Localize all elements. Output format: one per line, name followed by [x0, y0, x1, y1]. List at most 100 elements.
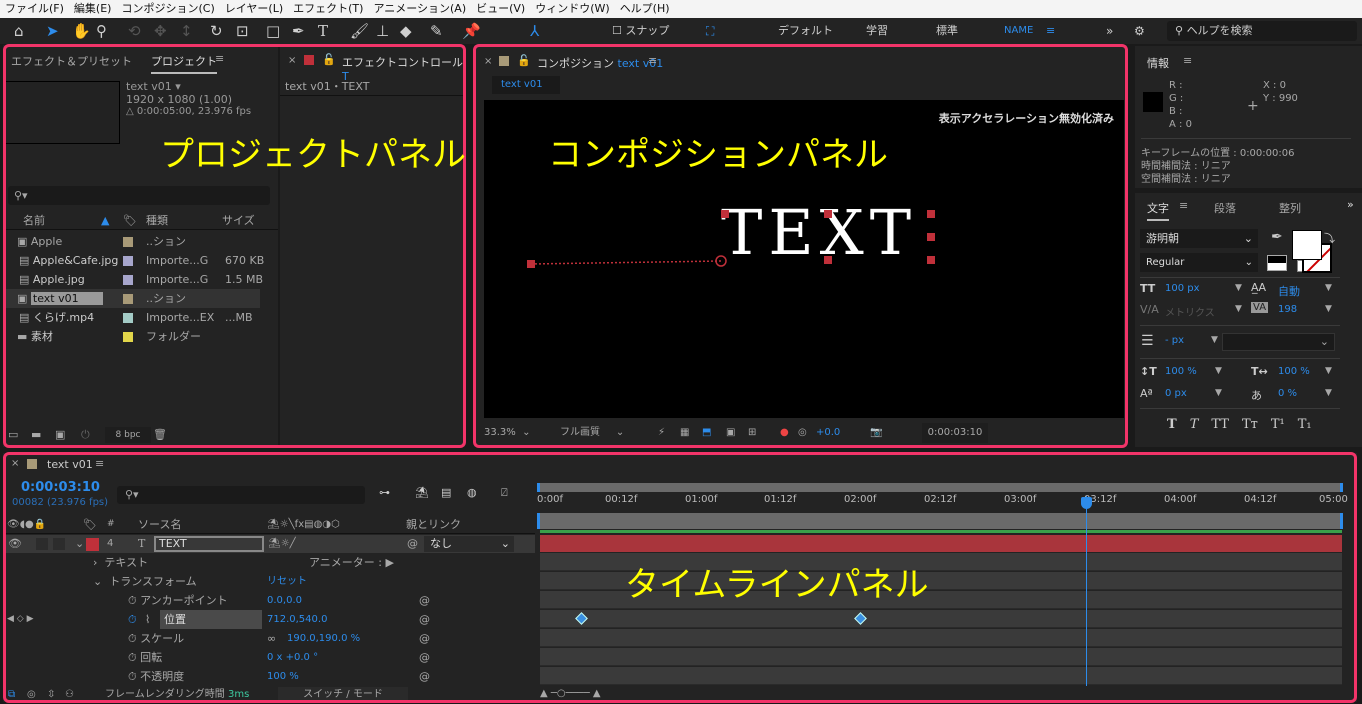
chevron-down-icon[interactable]: ⌄ — [75, 535, 84, 553]
anchor-value[interactable]: 0.0,0.0 — [267, 591, 302, 610]
column-source-name[interactable]: ソース名 — [138, 515, 181, 534]
small-caps-button[interactable]: Tт — [1242, 417, 1258, 432]
slider-handle[interactable]: ○ — [557, 688, 566, 699]
bounding-handle[interactable] — [721, 210, 729, 218]
bounding-handle[interactable] — [824, 256, 832, 264]
expression-pickwhip-icon[interactable]: @ — [419, 667, 430, 686]
selection-tool-icon[interactable]: ➤ — [46, 21, 59, 41]
fill-color-swatch[interactable] — [1292, 230, 1322, 260]
close-icon[interactable]: × — [288, 55, 296, 66]
zoom-tool-icon[interactable]: ⚲ — [96, 21, 107, 41]
snap-toggle[interactable]: ☐ スナップ — [612, 21, 669, 41]
eraser-tool-icon[interactable]: ◆ — [400, 21, 412, 41]
bounding-handle[interactable] — [927, 210, 935, 218]
list-item[interactable]: ▤ Apple.jpg Importe...G 1.5 MB — [3, 270, 263, 289]
column-name[interactable]: 名前 — [23, 212, 45, 230]
pan-tool-icon[interactable]: ✥ — [154, 21, 167, 41]
draft-3d-icon[interactable]: ⛱ — [415, 486, 429, 499]
animator-button[interactable]: アニメーター : ▶ — [309, 553, 394, 572]
font-size-value[interactable]: 100 px — [1165, 283, 1200, 294]
new-composition-icon[interactable]: ▣ — [55, 427, 65, 443]
scale-value[interactable]: 190.0,190.0 % — [287, 629, 360, 648]
panel-menu-icon[interactable]: ≡ — [95, 457, 104, 470]
snapshot-icon[interactable]: 📷 — [870, 423, 882, 443]
text-layer[interactable]: TEXT — [721, 198, 917, 268]
expression-pickwhip-icon[interactable]: @ — [419, 610, 430, 629]
tab-composition[interactable]: コンポジション text v01 — [537, 55, 663, 71]
menu-layer[interactable]: レイヤー(L) — [220, 0, 288, 18]
workspace-default[interactable]: デフォルト — [778, 21, 833, 41]
stopwatch-icon[interactable]: ⏱ — [128, 651, 137, 664]
layer-row[interactable]: 👁 ⌄ 4 T TEXT ⛱☼╱ @ なし ⌄ — [3, 535, 535, 553]
transfer-controls-icon[interactable]: ◎ — [27, 687, 36, 702]
tab-project[interactable]: プロジェクト — [151, 53, 217, 74]
stroke-width-value[interactable]: - px — [1165, 335, 1184, 346]
dropdown-icon[interactable]: ▼ — [1215, 388, 1222, 398]
visibility-icon[interactable]: 👁 — [8, 535, 22, 553]
puppet-tool-icon[interactable]: 📌 — [462, 21, 481, 41]
anchor-tool-icon[interactable]: ⊡ — [236, 21, 249, 41]
opacity-value[interactable]: 100 % — [267, 667, 299, 686]
fast-preview-icon[interactable]: ⚡ — [658, 423, 665, 443]
dropdown-icon[interactable]: ▼ — [1325, 304, 1332, 314]
help-search-input[interactable]: ⚲ ヘルプを検索 — [1167, 21, 1357, 41]
axis-local-icon[interactable]: ⅄ — [530, 21, 539, 41]
dropdown-icon[interactable]: ▼ — [1325, 283, 1332, 293]
comp-navigator-bar[interactable] — [537, 513, 1343, 529]
info-title[interactable]: 情報 — [1147, 55, 1169, 71]
pickwhip-icon[interactable]: @ — [407, 535, 418, 553]
lock-toggle[interactable] — [53, 538, 65, 550]
superscript-button[interactable]: T¹ — [1271, 417, 1285, 432]
label-swatch[interactable] — [86, 538, 99, 551]
in-out-icon[interactable]: ⇳ — [47, 687, 55, 702]
parent-select[interactable]: なし ⌄ — [424, 536, 514, 552]
rotate-tool-icon[interactable]: ↻ — [210, 21, 223, 41]
menu-effect[interactable]: エフェクト(T) — [288, 0, 368, 18]
rotation-value[interactable]: 0 x +0.0 ° — [267, 648, 318, 667]
swap-colors-icon[interactable]: ⤵ — [1324, 230, 1335, 246]
menu-edit[interactable]: 編集(E) — [69, 0, 117, 18]
panel-menu-icon[interactable]: ≡ — [1179, 199, 1188, 212]
eyedropper-icon[interactable]: ✒ — [1271, 229, 1283, 245]
faux-italic-button[interactable]: T — [1190, 417, 1199, 432]
bounding-handle[interactable] — [824, 210, 832, 218]
more-panels-icon[interactable]: » — [1347, 198, 1354, 211]
comp-name[interactable]: text v01 ▾ — [126, 80, 181, 93]
list-item[interactable]: ▣ Apple ..ション — [3, 232, 260, 251]
timeline-search-input[interactable]: ⚲▾ — [117, 486, 365, 504]
menu-composition[interactable]: コンポジション(C) — [116, 0, 219, 18]
home-icon[interactable]: ⌂ — [14, 21, 24, 41]
guides-icon[interactable]: ⊞ — [748, 423, 756, 443]
position-value[interactable]: 712.0,540.0 — [267, 610, 327, 629]
stamp-tool-icon[interactable]: ⊥ — [376, 21, 389, 41]
property-text[interactable]: › テキスト — [93, 553, 148, 572]
more-workspaces-icon[interactable]: » — [1106, 21, 1113, 41]
close-icon[interactable]: × — [484, 56, 492, 67]
dropdown-icon[interactable]: ▼ — [1215, 366, 1222, 376]
property-transform[interactable]: ⌄ トランスフォーム — [93, 572, 197, 591]
bpc-button[interactable]: 8 bpc — [105, 427, 151, 443]
dropdown-icon[interactable]: ▼ — [1235, 304, 1242, 314]
comp-mini-flowchart-icon[interactable]: ⊶ — [379, 486, 390, 499]
frame-blending-icon[interactable]: ▤ — [441, 486, 451, 499]
dropdown-icon[interactable]: ▼ — [1235, 283, 1242, 293]
layer-name[interactable]: TEXT — [154, 536, 264, 552]
layer-switches[interactable]: ⛱☼╱ — [268, 535, 296, 553]
zoom-select[interactable]: 33.3% ⌄ — [484, 423, 531, 443]
horizontal-scale-value[interactable]: 100 % — [1278, 366, 1310, 377]
motion-blur-icon[interactable]: ◍ — [467, 486, 477, 499]
interpret-footage-icon[interactable]: ▭ — [8, 427, 18, 443]
tab-paragraph[interactable]: 段落 — [1214, 200, 1236, 216]
bounding-handle[interactable] — [927, 256, 935, 264]
panel-menu-icon[interactable]: ≡ — [648, 54, 657, 67]
subscript-button[interactable]: T₁ — [1298, 417, 1312, 432]
bounding-handle[interactable] — [927, 233, 935, 241]
hand-tool-icon[interactable]: ✋ — [72, 21, 91, 41]
workspace-learn[interactable]: 学習 — [866, 21, 888, 41]
menu-help[interactable]: ヘルプ(H) — [615, 0, 675, 18]
time-ruler[interactable]: 0:00f 00:12f 01:00f 01:12f 02:00f 02:12f… — [537, 492, 1348, 512]
shape-tool-icon[interactable]: □ — [266, 21, 280, 41]
tab-character[interactable]: 文字 — [1147, 200, 1169, 221]
layer-switches-toggle-icon[interactable]: ⧉ — [8, 687, 15, 702]
current-time[interactable]: 0:00:03:10 — [21, 480, 100, 495]
